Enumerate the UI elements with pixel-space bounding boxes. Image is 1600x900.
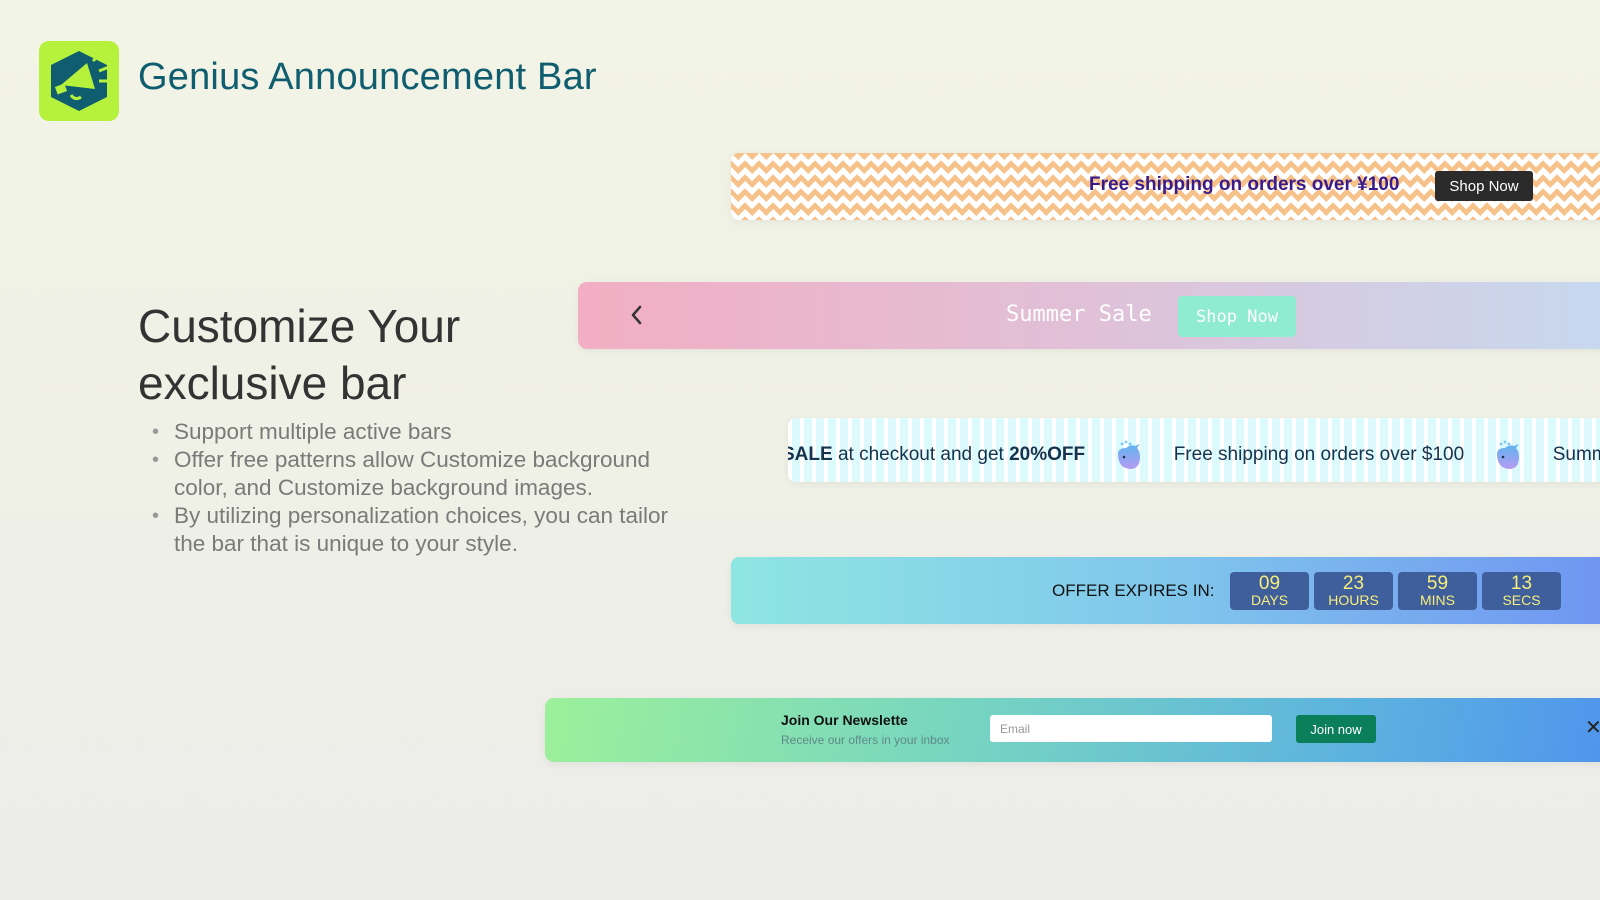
countdown-hours: 23 HOURS [1314,572,1393,610]
shipping-bar-text: Free shipping on orders over ¥100 [1089,174,1400,195]
hero-title: Customize Your exclusive bar [138,300,461,409]
countdown-value: 13 [1510,573,1533,594]
shop-now-button[interactable]: Shop Now [1435,171,1533,201]
megaphone-icon [51,51,110,111]
countdown-bar-preview: OFFER EXPIRES IN: 09 DAYS 23 HOURS 59 MI… [731,557,1600,624]
feature-item: Offer free patterns allow Customize back… [152,446,694,502]
newsletter-bar-preview: Join Our Newslette Receive our offers in… [545,698,1600,762]
marquee-discount: 20%OFF [1009,444,1086,465]
marquee-shipping-text: Free shipping on orders over $100 [1173,444,1465,465]
marquee-bar-preview: SALE at checkout and get 20%OFF Free shi… [788,418,1600,482]
countdown-mins: 59 MINS [1398,572,1477,610]
app-logo [39,41,119,121]
countdown-value: 09 [1258,573,1281,594]
feature-item: Support multiple active bars [152,418,694,446]
email-input[interactable] [990,715,1272,742]
countdown-days: 09 DAYS [1230,572,1309,610]
shipping-bar-preview: Free shipping on orders over ¥100 Shop N… [731,153,1600,220]
countdown-unit: DAYS [1250,592,1289,608]
countdown-unit: HOURS [1328,592,1379,608]
join-now-button[interactable]: Join now [1296,715,1376,743]
marquee-next-text: Summ [1552,444,1600,465]
summer-sale-text: Summer Sale [1006,302,1152,327]
whale-icon [1497,440,1520,469]
countdown-secs: 13 SECS [1482,572,1561,610]
close-icon[interactable]: ✕ [1585,718,1600,738]
countdown-label: OFFER EXPIRES IN: [1052,581,1215,600]
summer-sale-bar-preview: Summer Sale Shop Now [578,282,1600,349]
chevron-left-icon[interactable] [626,302,648,328]
app-title: Genius Announcement Bar [138,56,597,98]
marquee-text: at checkout and get [832,443,1010,465]
marquee-bold-prefix: SALE [788,444,833,465]
whale-icon [1118,440,1141,469]
feature-item: By utilizing personalization choices, yo… [152,502,694,558]
countdown-unit: MINS [1420,592,1455,608]
newsletter-title: Join Our Newslette [781,712,908,728]
countdown-unit: SECS [1502,592,1541,608]
newsletter-subtitle: Receive our offers in your inbox [781,733,950,747]
summer-shop-now-button[interactable]: Shop Now [1178,296,1296,337]
marquee-track: SALE at checkout and get 20%OFF Free shi… [788,438,1600,472]
countdown-value: 23 [1342,573,1365,594]
feature-list: Support multiple active bars Offer free … [150,418,694,558]
countdown-value: 59 [1426,573,1449,594]
